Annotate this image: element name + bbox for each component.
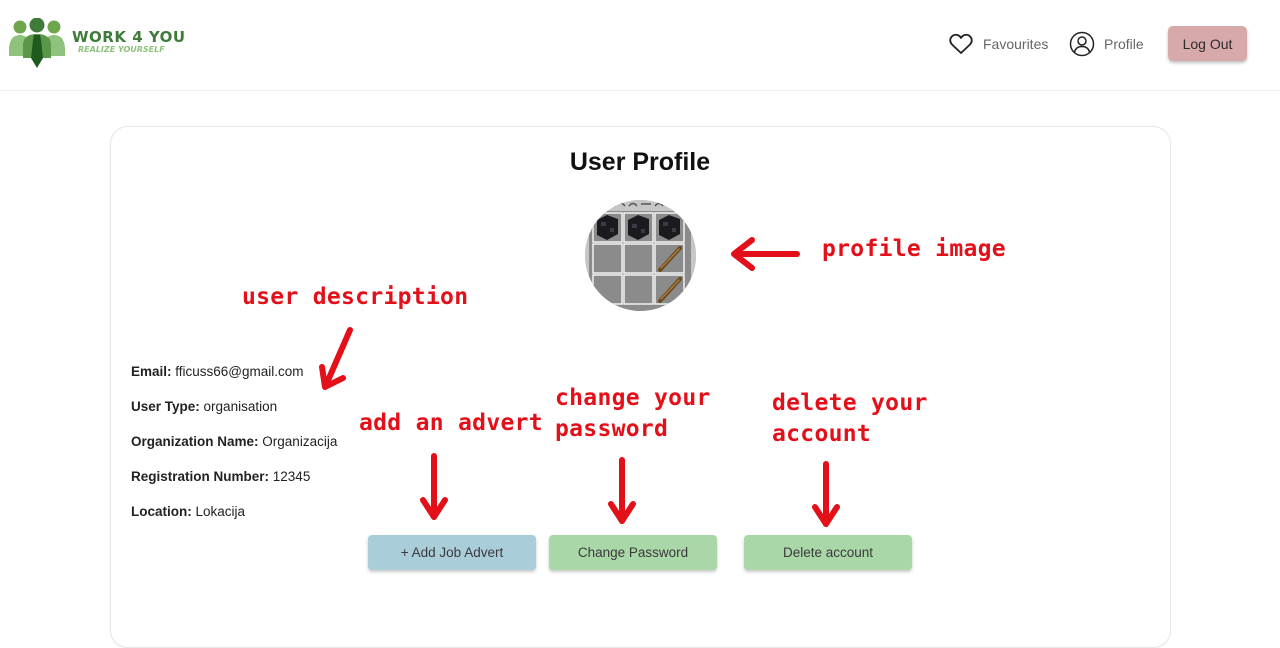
arrow-diagonal-icon <box>323 327 353 388</box>
annotation-arrows <box>319 237 840 527</box>
